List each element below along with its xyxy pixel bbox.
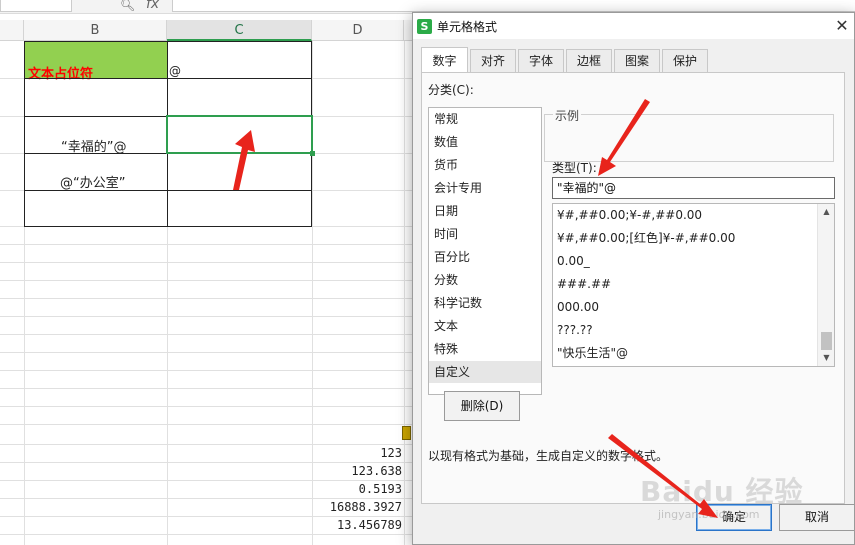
- name-box[interactable]: [0, 0, 72, 12]
- formula-input[interactable]: [172, 0, 855, 12]
- format-code-list[interactable]: ¥#,##0.00;¥-#,##0.00 ¥#,##0.00;[红色]¥-#,#…: [552, 203, 835, 367]
- table-cell[interactable]: @“办公室”: [24, 153, 168, 191]
- close-button[interactable]: ✕: [832, 16, 852, 36]
- number-cell[interactable]: 16888.3927: [312, 498, 402, 516]
- sample-box: 示例: [544, 107, 834, 162]
- hint-text: 以现有格式为基础，生成自定义的数字格式。: [428, 449, 669, 463]
- table-cell[interactable]: [24, 78, 168, 117]
- number-tab-panel: 分类(C): 常规 数值 货币 会计专用 日期 时间 百分比 分数 科学记数 文…: [421, 72, 845, 504]
- delete-button[interactable]: 删除(D): [444, 391, 520, 421]
- table-cell[interactable]: [167, 153, 312, 191]
- list-item[interactable]: 时间: [429, 223, 541, 245]
- cancel-button[interactable]: 取消: [779, 504, 855, 531]
- tab-font[interactable]: 字体: [518, 49, 564, 73]
- column-header-c[interactable]: C: [167, 20, 312, 41]
- number-cell[interactable]: 123.638: [312, 462, 402, 480]
- tab-number[interactable]: 数字: [421, 47, 468, 73]
- list-item[interactable]: 特殊: [429, 338, 541, 360]
- number-cell[interactable]: 0.5193: [312, 480, 402, 498]
- table-cell[interactable]: [24, 190, 168, 227]
- list-item[interactable]: 0.00_: [553, 250, 817, 273]
- zoom-icon[interactable]: 🔍︎: [120, 0, 135, 12]
- category-label: 分类(C):: [428, 83, 474, 97]
- dialog-titlebar[interactable]: S 单元格格式 ✕: [413, 13, 854, 39]
- cell-marker: [402, 426, 411, 440]
- type-label: 类型(T):: [552, 161, 597, 175]
- type-input[interactable]: "幸福的"@: [552, 177, 835, 199]
- list-item[interactable]: "快乐生活"@: [553, 342, 817, 365]
- format-list-scrollbar[interactable]: ▲ ▼: [817, 204, 834, 366]
- number-cell[interactable]: 123: [312, 444, 402, 462]
- scroll-thumb[interactable]: [821, 332, 832, 350]
- number-value: 123.638: [351, 464, 402, 478]
- column-header-a[interactable]: [0, 20, 24, 41]
- column-header-d[interactable]: D: [312, 20, 404, 41]
- list-item[interactable]: 货币: [429, 154, 541, 176]
- scroll-down-icon[interactable]: ▼: [818, 350, 834, 366]
- table-cell[interactable]: “幸福的”@: [24, 116, 168, 155]
- scroll-up-icon[interactable]: ▲: [818, 204, 834, 220]
- function-icon[interactable]: fx: [146, 0, 159, 12]
- tab-pattern[interactable]: 图案: [614, 49, 660, 73]
- wps-app-icon: S: [417, 19, 432, 34]
- list-item[interactable]: 会计专用: [429, 177, 541, 199]
- list-item[interactable]: 数值: [429, 131, 541, 153]
- list-item[interactable]: 000.00: [553, 296, 817, 319]
- list-item[interactable]: 科学记数: [429, 292, 541, 314]
- tab-border[interactable]: 边框: [566, 49, 612, 73]
- number-cell[interactable]: 13.456789: [312, 516, 402, 534]
- number-value: 13.456789: [336, 518, 402, 532]
- list-item[interactable]: ¥#,##0.00;[红色]¥-#,##0.00: [553, 227, 817, 250]
- list-item[interactable]: 常规: [429, 108, 541, 130]
- list-item[interactable]: 分数: [429, 269, 541, 291]
- number-value: 16888.3927: [329, 500, 402, 514]
- list-item[interactable]: ???.??: [553, 319, 817, 342]
- tab-alignment[interactable]: 对齐: [470, 49, 516, 73]
- table-header-label-cell[interactable]: 文本占位符: [24, 41, 168, 82]
- list-item[interactable]: ###.##: [553, 273, 817, 296]
- number-value: 0.5193: [358, 482, 402, 496]
- table-cell[interactable]: [167, 78, 312, 117]
- sample-label: 示例: [553, 107, 582, 124]
- table-header-value: @: [169, 64, 181, 78]
- active-cell-selection[interactable]: [166, 115, 315, 156]
- table-cell[interactable]: [167, 190, 312, 227]
- ok-button[interactable]: 确定: [696, 504, 772, 531]
- list-item[interactable]: ¥#,##0.00;¥-#,##0.00: [553, 204, 817, 227]
- dialog-title: 单元格格式: [437, 20, 498, 34]
- list-item-selected[interactable]: 自定义: [429, 361, 541, 383]
- tab-protection[interactable]: 保护: [662, 49, 708, 73]
- table-row4-label: @“办公室”: [60, 176, 126, 191]
- list-item[interactable]: 日期: [429, 200, 541, 222]
- table-header-value-cell[interactable]: @: [167, 41, 312, 79]
- list-item[interactable]: 百分比: [429, 246, 541, 268]
- column-header-b[interactable]: B: [24, 20, 167, 41]
- category-list[interactable]: 常规 数值 货币 会计专用 日期 时间 百分比 分数 科学记数 文本 特殊 自定…: [428, 107, 542, 395]
- format-cells-dialog: S 单元格格式 ✕ 数字 对齐 字体 边框 图案 保护 分类(C): 常规 数值…: [412, 12, 855, 545]
- number-value: 123: [380, 446, 402, 460]
- list-item[interactable]: 文本: [429, 315, 541, 337]
